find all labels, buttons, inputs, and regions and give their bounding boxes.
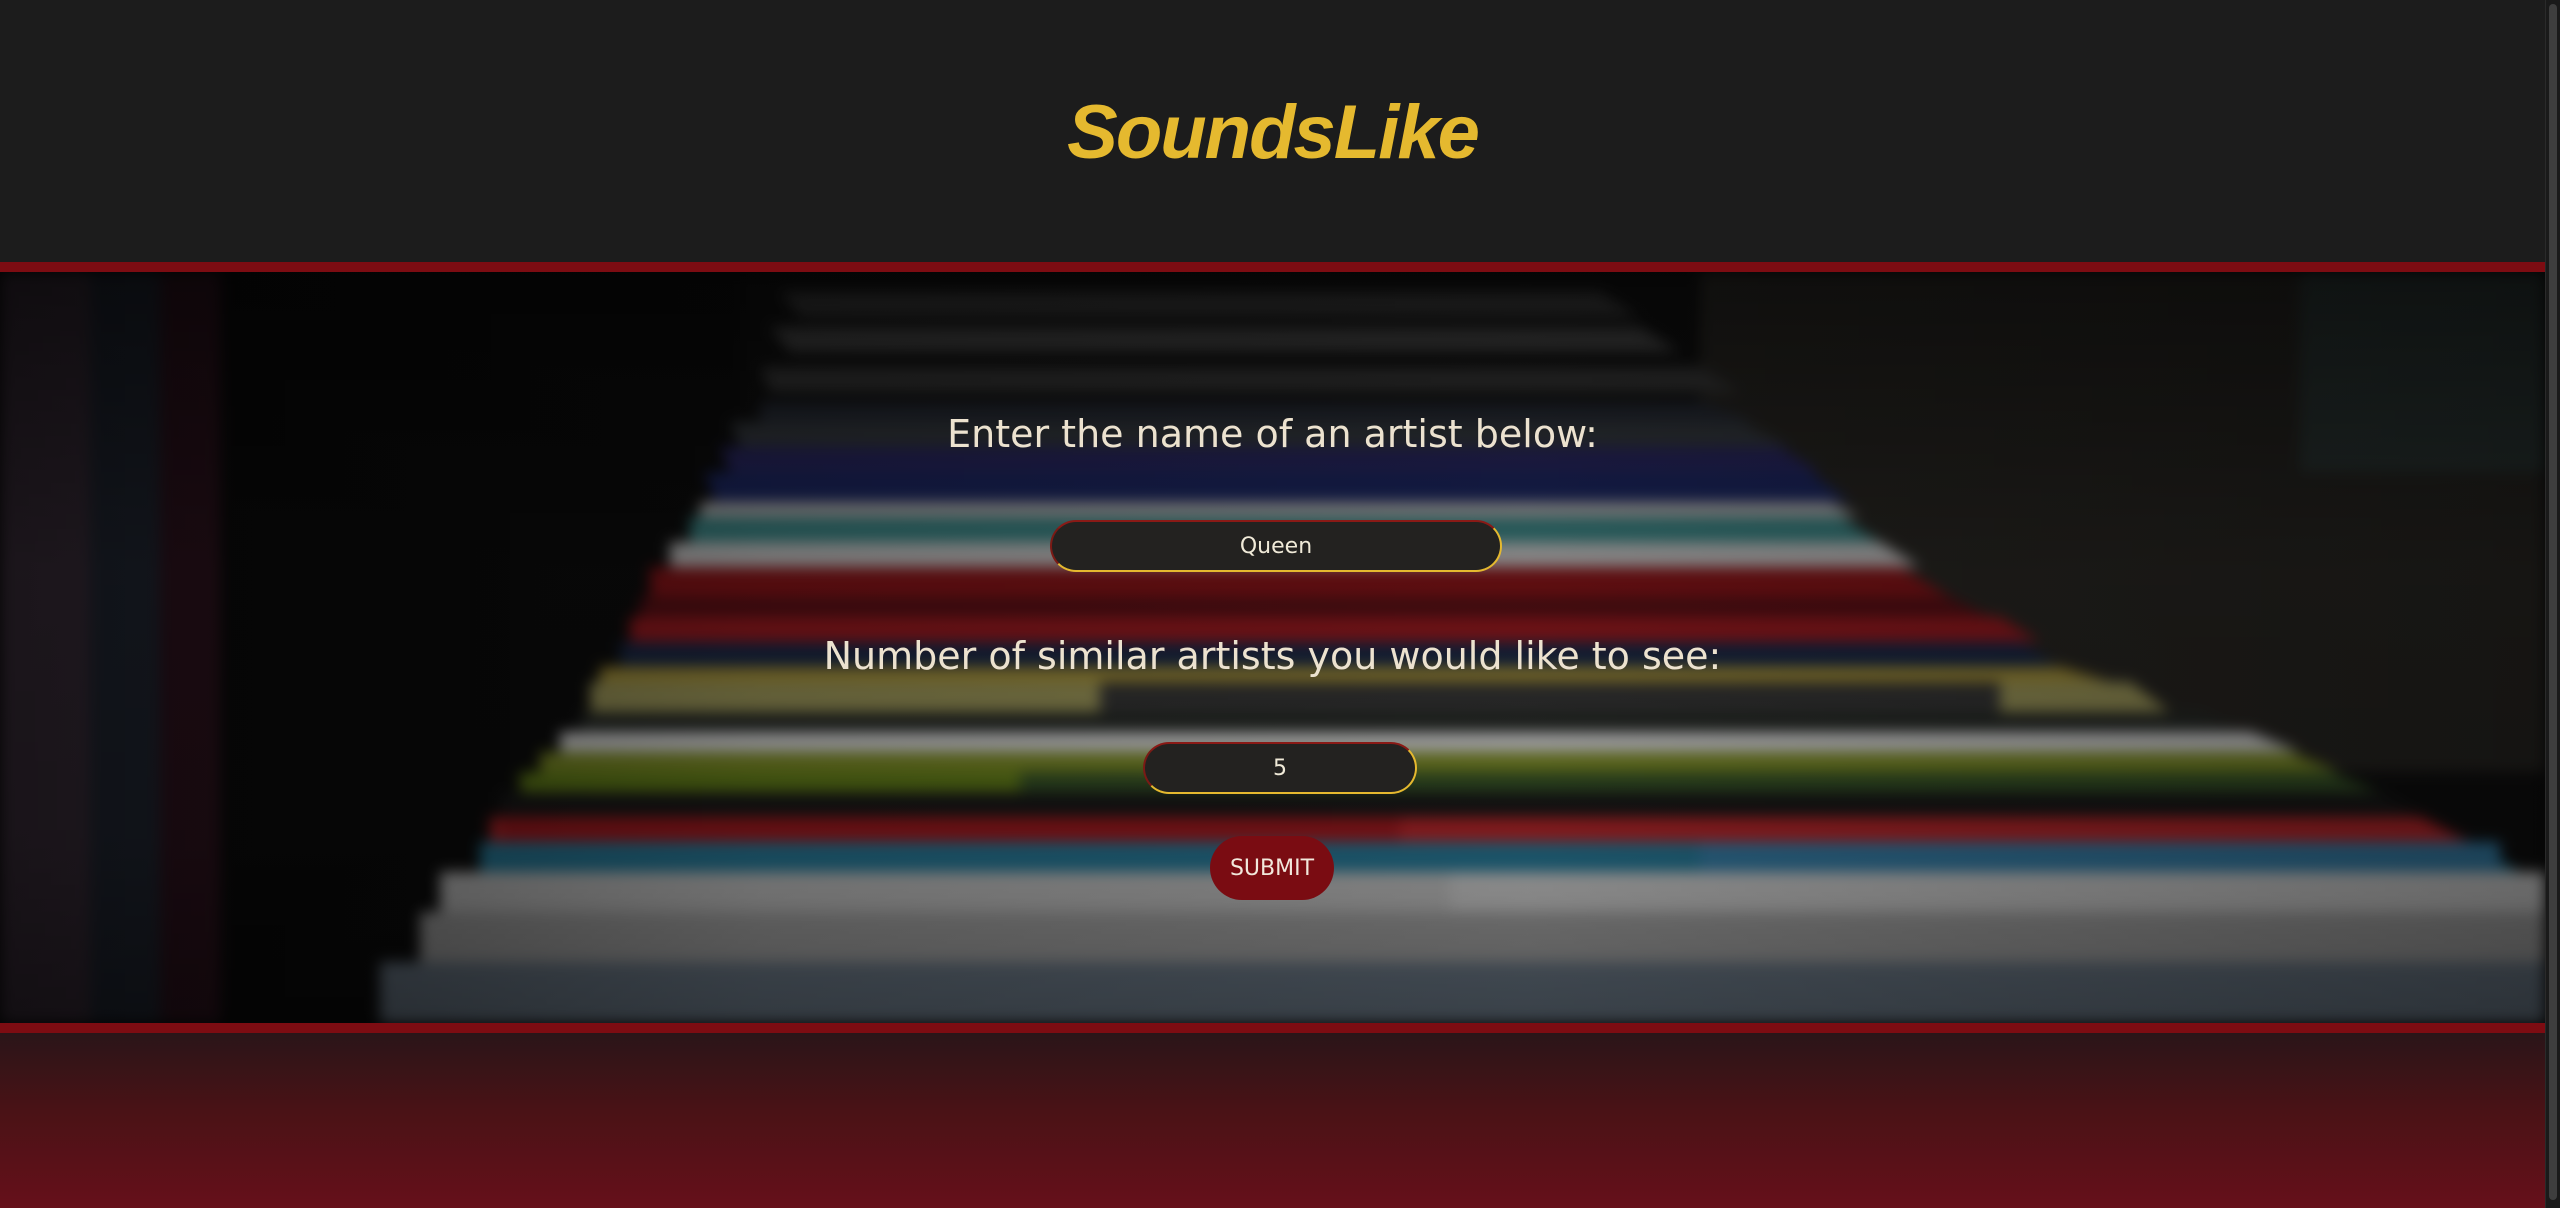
- count-prompt: Number of similar artists you would like…: [823, 634, 1722, 678]
- page: SoundsLike Enter the name of an artist b…: [0, 0, 2545, 1208]
- site-footer: [0, 1033, 2545, 1208]
- header-divider: [0, 262, 2545, 272]
- artist-prompt: Enter the name of an artist below:: [947, 412, 1598, 456]
- submit-button[interactable]: SUBMIT: [1210, 836, 1334, 900]
- footer-divider: [0, 1023, 2545, 1033]
- artist-search-form: Enter the name of an artist below: Numbe…: [0, 272, 2545, 1023]
- site-logo[interactable]: SoundsLike: [0, 88, 2545, 178]
- artist-count-input[interactable]: [1143, 742, 1417, 794]
- site-header: SoundsLike: [0, 0, 2545, 262]
- scrollbar-thumb[interactable]: [2549, 4, 2557, 1200]
- page-scrollbar[interactable]: [2545, 0, 2560, 1208]
- hero-section: Enter the name of an artist below: Numbe…: [0, 272, 2545, 1023]
- artist-name-input[interactable]: [1050, 520, 1502, 572]
